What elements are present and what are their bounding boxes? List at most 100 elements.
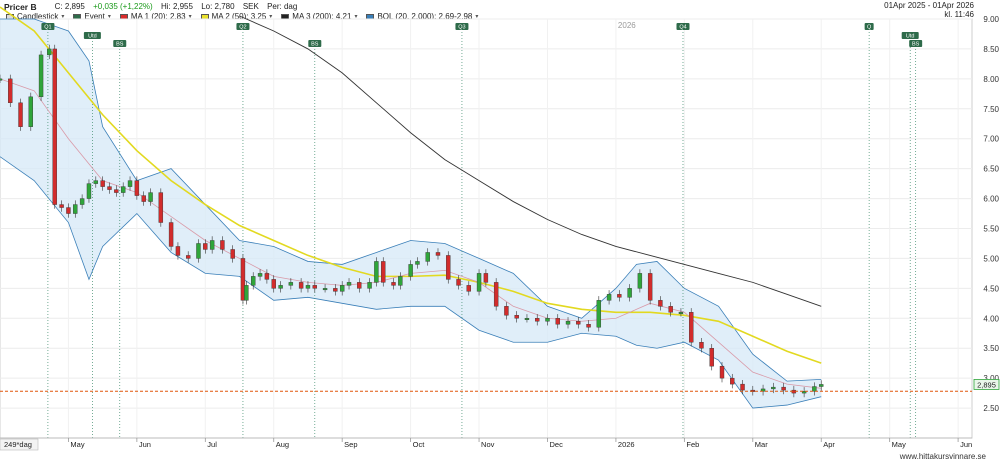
candle-body bbox=[391, 282, 396, 286]
candle-body bbox=[819, 384, 824, 387]
candle-body bbox=[38, 54, 44, 98]
candle-body bbox=[381, 261, 386, 283]
y-tick-label: 8.50 bbox=[983, 45, 999, 54]
candle-body bbox=[120, 186, 126, 193]
candle-body bbox=[86, 183, 92, 199]
candle-body bbox=[699, 342, 704, 349]
credit-text: www.hittakursvinnare.se bbox=[899, 452, 986, 461]
y-tick-label: 7.50 bbox=[983, 105, 999, 114]
x-tick-label: Apr bbox=[823, 440, 835, 449]
y-tick-label: 4.00 bbox=[983, 314, 999, 323]
candle-body bbox=[312, 285, 318, 289]
x-tick-label: Sep bbox=[344, 440, 357, 449]
candle-body bbox=[596, 300, 602, 328]
candle-body bbox=[435, 252, 441, 256]
candle-body bbox=[771, 386, 776, 390]
x-tick-label: Aug bbox=[276, 440, 289, 449]
candle-body bbox=[466, 285, 471, 292]
y-tick-label: 6.00 bbox=[983, 195, 999, 204]
candle-body bbox=[617, 294, 622, 298]
candle-body bbox=[668, 306, 673, 313]
candle-body bbox=[66, 207, 71, 214]
candle-body bbox=[79, 198, 85, 205]
x-tick-label: Jun bbox=[960, 440, 972, 449]
candle-body bbox=[576, 321, 581, 325]
x-tick-label: May bbox=[70, 440, 84, 449]
candle-body bbox=[93, 180, 99, 184]
candle-body bbox=[647, 273, 653, 301]
candle-body bbox=[251, 276, 256, 286]
candle-body bbox=[339, 285, 345, 292]
candle-body bbox=[730, 377, 735, 385]
candle-body bbox=[425, 252, 430, 262]
candle-body bbox=[565, 321, 571, 325]
candle-body bbox=[127, 180, 133, 187]
candle-body bbox=[141, 195, 146, 202]
candle-body bbox=[175, 246, 181, 256]
candle-body bbox=[278, 285, 283, 289]
candle-body bbox=[305, 285, 311, 289]
y-tick-label: 4.50 bbox=[983, 284, 999, 293]
candle-body bbox=[415, 261, 420, 265]
x-tick-label: Feb bbox=[686, 440, 699, 449]
candle-body bbox=[740, 383, 745, 391]
candle-body bbox=[0, 78, 3, 81]
candle-body bbox=[185, 255, 191, 259]
candle-body bbox=[257, 273, 263, 277]
x-tick-label: Nov bbox=[481, 440, 495, 449]
candle-body bbox=[555, 318, 560, 325]
y-tick-label: 9.00 bbox=[983, 15, 999, 24]
event-label: Utd bbox=[906, 34, 915, 40]
candle-body bbox=[535, 318, 540, 322]
candle-body bbox=[203, 243, 208, 250]
event-label: Utd bbox=[88, 34, 97, 40]
candle-body bbox=[627, 288, 632, 298]
event-label: BS bbox=[912, 42, 920, 48]
candle-body bbox=[18, 102, 23, 127]
candle-body bbox=[298, 282, 304, 289]
y-tick-label: 5.00 bbox=[983, 254, 999, 263]
candle-body bbox=[8, 78, 13, 103]
candle-body bbox=[408, 264, 413, 277]
x-tick-label: May bbox=[892, 440, 906, 449]
y-tick-label: 7.00 bbox=[983, 135, 999, 144]
candle-body bbox=[264, 273, 270, 280]
candle-body bbox=[476, 273, 482, 292]
candle-body bbox=[545, 318, 550, 322]
candle-body bbox=[719, 365, 725, 379]
last-price-label: 2,895 bbox=[977, 380, 996, 389]
y-tick-label: 6.50 bbox=[983, 165, 999, 174]
candle-body bbox=[493, 282, 499, 307]
candle-body bbox=[483, 273, 489, 283]
candle-body bbox=[59, 204, 64, 208]
x-tick-label: 2026 bbox=[618, 440, 635, 449]
candle-body bbox=[637, 273, 643, 289]
candle-body bbox=[346, 282, 352, 286]
y-tick-label: 3.50 bbox=[983, 344, 999, 353]
y-tick-label: 5.50 bbox=[983, 225, 999, 234]
candle-body bbox=[220, 240, 225, 250]
candle-body bbox=[271, 279, 276, 289]
candle-body bbox=[322, 288, 328, 291]
candle-body bbox=[114, 189, 119, 193]
candle-body bbox=[658, 300, 663, 307]
candle-body bbox=[158, 192, 164, 223]
x-tick-label: Mar bbox=[755, 440, 768, 449]
lookback-label: 249*dag bbox=[4, 440, 32, 449]
event-label: BS bbox=[311, 42, 319, 48]
candle-body bbox=[586, 324, 591, 328]
event-label: Q1 bbox=[44, 25, 51, 31]
candle-body bbox=[196, 243, 201, 259]
candle-body bbox=[134, 180, 140, 196]
candle-body bbox=[244, 285, 249, 301]
year-label: 2026 bbox=[618, 21, 636, 30]
candle-body bbox=[524, 318, 530, 320]
event-label: Q bbox=[867, 25, 872, 31]
x-tick-label: Jul bbox=[207, 440, 217, 449]
candle-body bbox=[504, 306, 509, 316]
candle-body bbox=[107, 186, 112, 190]
candle-body bbox=[28, 96, 33, 127]
candle-body bbox=[148, 192, 153, 202]
candle-body bbox=[678, 312, 684, 314]
candle-body bbox=[606, 294, 612, 301]
